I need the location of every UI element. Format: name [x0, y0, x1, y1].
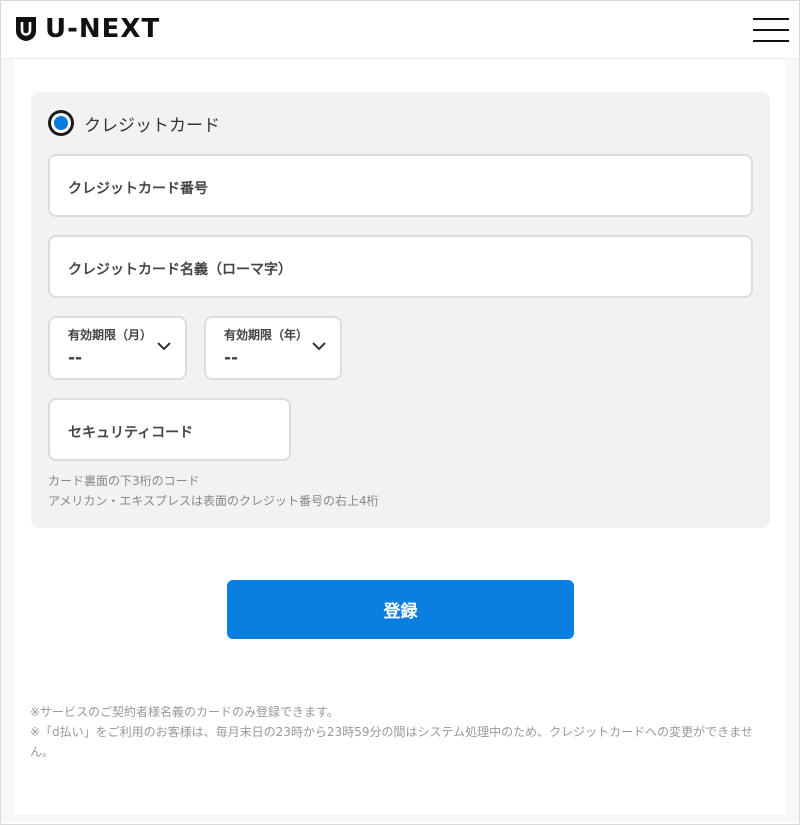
logo[interactable]: U-NEXT [15, 13, 160, 45]
expiry-month-label: 有効期限（月） [68, 328, 153, 342]
shield-icon [16, 17, 36, 41]
chevron-down-icon [312, 342, 326, 351]
card-holder-name-input[interactable]: クレジットカード名義（ローマ字） [48, 235, 753, 298]
left-gutter [1, 59, 14, 823]
expiry-year-select[interactable]: 有効期限（年） -- [204, 316, 342, 380]
site-header: U-NEXT [1, 1, 799, 59]
register-button[interactable]: 登録 [227, 580, 574, 639]
note-d-payment: ※「d払い」をご利用のお客様は、毎月末日の23時から23時59分の間はシステム処… [30, 725, 753, 759]
chevron-down-icon [157, 342, 171, 351]
expiry-month-value: -- [68, 348, 83, 368]
security-code-hint: カード裏面の下3桁のコード [48, 474, 200, 488]
payment-method-label: クレジットカード [84, 115, 220, 136]
bottom-gutter [1, 815, 799, 823]
right-gutter [785, 59, 799, 823]
security-code-input[interactable]: セキュリティコード [48, 398, 291, 461]
expiry-year-value: -- [224, 348, 239, 368]
payment-method-credit-card[interactable]: クレジットカード [48, 108, 220, 138]
card-holder-name-placeholder: クレジットカード名義（ローマ字） [68, 262, 292, 278]
hamburger-menu-icon[interactable] [753, 18, 789, 42]
card-number-placeholder: クレジットカード番号 [68, 181, 208, 197]
radio-selected-icon[interactable] [48, 110, 74, 136]
expiry-year-label: 有効期限（年） [224, 328, 309, 342]
security-code-placeholder: セキュリティコード [68, 425, 194, 441]
expiry-month-select[interactable]: 有効期限（月） -- [48, 316, 187, 380]
card-number-input[interactable]: クレジットカード番号 [48, 154, 753, 217]
note-cardholder: ※サービスのご契約者様名義のカードのみ登録できます。 [30, 705, 339, 719]
amex-hint: アメリカン・エキスプレスは表面のクレジット番号の右上4桁 [48, 494, 379, 508]
logo-text: U-NEXT [45, 14, 161, 44]
